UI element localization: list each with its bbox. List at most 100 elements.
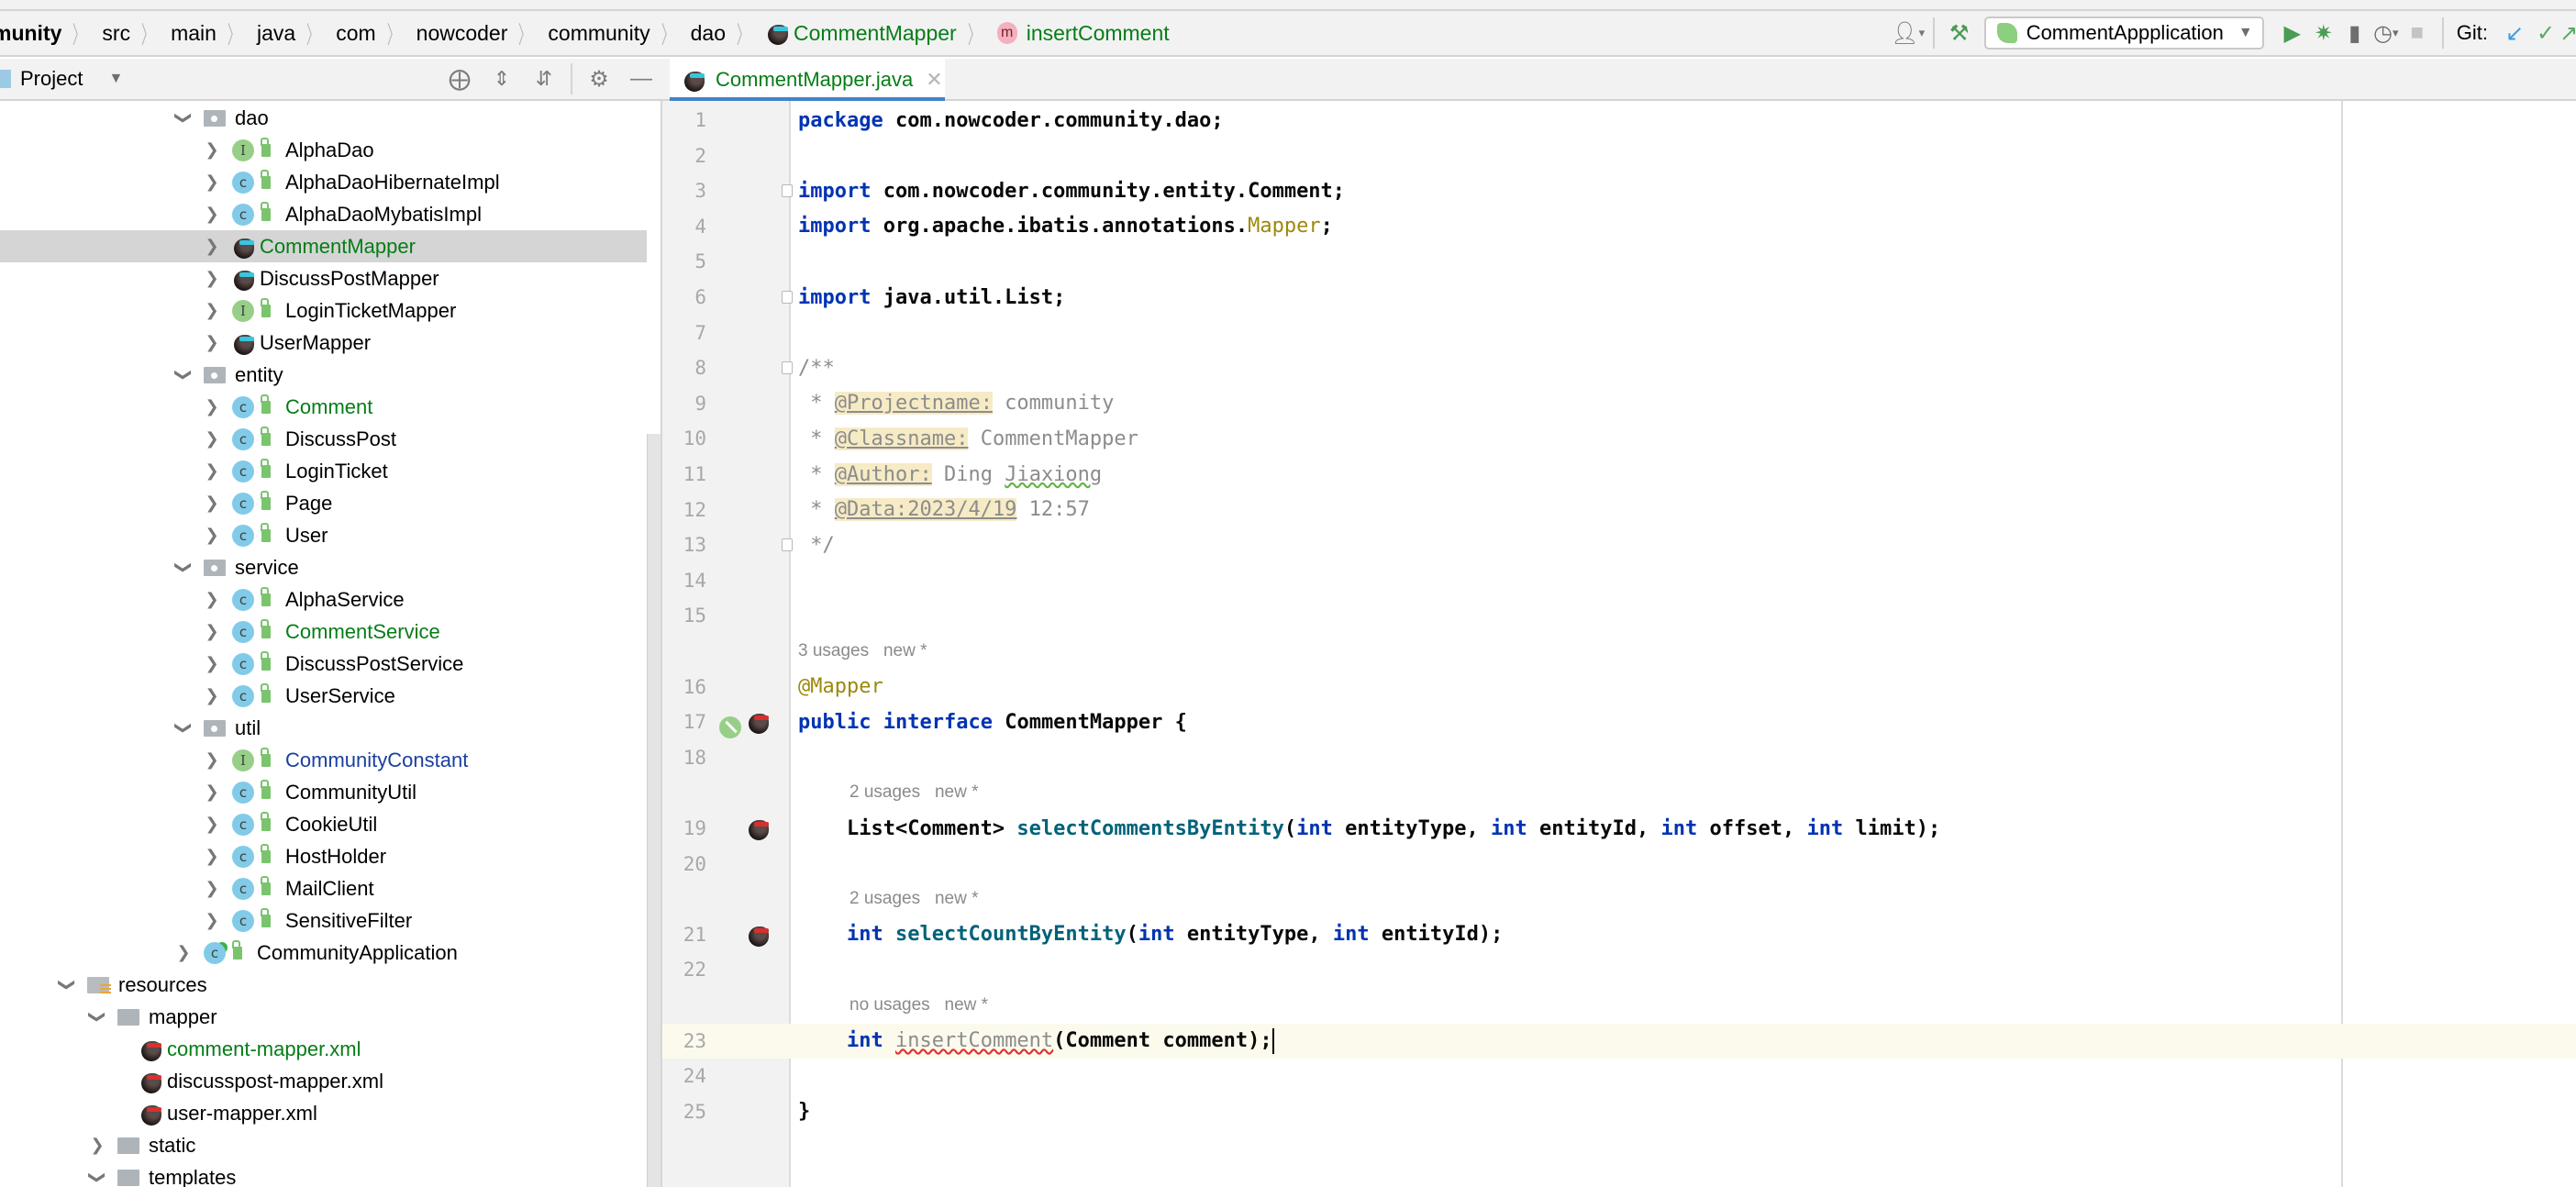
tree-item-discusspostservice[interactable]: ❯ c DiscussPostService xyxy=(0,648,647,680)
tree-item-dao[interactable]: ❯ dao xyxy=(0,102,647,134)
code-line[interactable]: 6 import java.util.List; xyxy=(662,280,2576,315)
chevron-right-icon[interactable]: ❯ xyxy=(174,943,193,962)
tree-item-communityconstant[interactable]: ❯ I CommunityConstant xyxy=(0,744,647,776)
tree-item-user[interactable]: ❯ c User xyxy=(0,519,647,551)
tree-item-commentservice[interactable]: ❯ c CommentService xyxy=(0,616,647,648)
breadcrumb-item[interactable]: main xyxy=(171,21,217,46)
tree-item-alphadaomybatisimpl[interactable]: ❯ c AlphaDaoMybatisImpl xyxy=(0,198,647,230)
chevron-down-icon[interactable]: ❯ xyxy=(88,1169,107,1187)
code-line[interactable]: 5 xyxy=(662,244,2576,279)
tree-item-templates[interactable]: ❯ templates xyxy=(0,1161,647,1187)
run-configuration-selector[interactable]: CommentAppplication ▼ xyxy=(1983,17,2264,50)
tree-item-service[interactable]: ❯ service xyxy=(0,551,647,583)
tree-item-userservice[interactable]: ❯ c UserService xyxy=(0,680,647,712)
chevron-right-icon[interactable]: ❯ xyxy=(203,750,221,770)
tree-item-mailclient[interactable]: ❯ c MailClient xyxy=(0,872,647,904)
code-line[interactable]: 3 import com.nowcoder.community.entity.Co… xyxy=(662,173,2576,208)
code-vision-hint[interactable]: 2 usages new * xyxy=(849,889,978,909)
chevron-right-icon[interactable]: ❯ xyxy=(203,140,221,160)
fold-marker-icon[interactable] xyxy=(782,291,793,304)
tree-item-communityapplication[interactable]: ❯ c CommunityApplication xyxy=(0,937,647,969)
git-push-icon[interactable]: ↗ xyxy=(2561,17,2576,49)
expand-all-icon[interactable]: ⇕ xyxy=(486,63,517,94)
chevron-down-icon[interactable]: ❯ xyxy=(58,976,77,994)
code-line[interactable]: 21 int selectCountByEntity(int entityTyp… xyxy=(662,917,2576,952)
chevron-right-icon[interactable]: ❯ xyxy=(203,333,221,352)
code-line[interactable]: 8 /** xyxy=(662,350,2576,385)
run-icon[interactable]: ▶ xyxy=(2277,17,2308,49)
chevron-down-icon[interactable]: ❯ xyxy=(174,559,194,577)
chevron-down-icon[interactable]: ❯ xyxy=(174,109,194,128)
breadcrumb-item[interactable]: src xyxy=(102,21,130,46)
locate-file-icon[interactable]: ⨁ xyxy=(444,63,475,94)
tree-item-discusspost-mapper-xml[interactable]: discusspost-mapper.xml xyxy=(0,1065,647,1097)
chevron-right-icon[interactable]: ❯ xyxy=(203,237,221,256)
tree-item-communityutil[interactable]: ❯ c CommunityUtil xyxy=(0,776,647,808)
stop-icon[interactable]: ■ xyxy=(2402,17,2433,49)
fold-marker-icon[interactable] xyxy=(782,538,793,552)
hide-panel-icon[interactable]: — xyxy=(626,63,657,94)
tree-item-alphadaohibernateimpl[interactable]: ❯ c AlphaDaoHibernateImpl xyxy=(0,166,647,198)
git-update-icon[interactable]: ↙ xyxy=(2499,17,2530,49)
code-line[interactable]: 9 * @Projectname: community xyxy=(662,386,2576,421)
chevron-right-icon[interactable]: ❯ xyxy=(203,269,221,288)
code-line[interactable]: 25} xyxy=(662,1094,2576,1129)
chevron-right-icon[interactable]: ❯ xyxy=(203,205,221,224)
chevron-right-icon[interactable]: ❯ xyxy=(203,911,221,930)
profiler-icon[interactable]: ◷ ▾ xyxy=(2371,17,2402,49)
breadcrumb-item[interactable]: dao xyxy=(691,21,726,46)
code-line[interactable]: 4 import org.apache.ibatis.annotations.Ma… xyxy=(662,209,2576,244)
code-line[interactable]: 2 xyxy=(662,139,2576,173)
tab-comment-mapper-java[interactable]: CommentMapper.java ✕ xyxy=(670,59,945,103)
chevron-right-icon[interactable]: ❯ xyxy=(203,494,221,513)
tree-item-hostholder[interactable]: ❯ c HostHolder xyxy=(0,840,647,872)
code-line[interactable]: 19 List<Comment> selectCommentsByEntity(… xyxy=(662,811,2576,846)
code-vision-hint[interactable]: no usages new * xyxy=(849,995,988,1015)
tree-item-comment-mapper-xml[interactable]: comment-mapper.xml xyxy=(0,1033,647,1065)
breadcrumb-item[interactable]: CommentMapper xyxy=(766,21,957,46)
mybatis-navigate-icon[interactable] xyxy=(747,816,771,840)
code-line[interactable]: 1 package com.nowcoder.community.dao; xyxy=(662,103,2576,138)
chevron-right-icon[interactable]: ❯ xyxy=(203,397,221,416)
tree-item-alphadao[interactable]: ❯ I AlphaDao xyxy=(0,134,647,166)
tree-item-discusspostmapper[interactable]: ❯ DiscussPostMapper xyxy=(0,262,647,294)
breadcrumb-item[interactable]: community xyxy=(548,21,650,46)
code-line[interactable]: 18 xyxy=(662,740,2576,775)
chevron-right-icon[interactable]: ❯ xyxy=(203,622,221,641)
implemented-icon[interactable] xyxy=(719,716,741,739)
breadcrumb-item[interactable]: com xyxy=(336,21,375,46)
code-line[interactable]: 7 xyxy=(662,316,2576,350)
debug-icon[interactable]: ✷ xyxy=(2308,17,2339,49)
code-line[interactable]: 17 public interface CommentMapper { xyxy=(662,704,2576,739)
chevron-down-icon[interactable]: ❯ xyxy=(174,719,194,738)
code-editor[interactable]: 1 package com.nowcoder.community.dao; 2 3 im… xyxy=(662,101,2576,1187)
tree-item-user-mapper-xml[interactable]: user-mapper.xml xyxy=(0,1097,647,1129)
chevron-down-icon[interactable]: ❯ xyxy=(88,1008,107,1026)
tree-item-discusspost[interactable]: ❯ c DiscussPost xyxy=(0,423,647,455)
run-with-coverage-icon[interactable]: ▮ xyxy=(2339,17,2371,49)
code-line[interactable]: 12 * @Data:2023/4/19 12:57 xyxy=(662,493,2576,527)
breadcrumb-item[interactable]: m insertComment xyxy=(996,21,1170,46)
chevron-right-icon[interactable]: ❯ xyxy=(203,654,221,673)
tree-item-alphaservice[interactable]: ❯ c AlphaService xyxy=(0,583,647,616)
code-line[interactable]: 11 * @Author: Ding Jiaxiong xyxy=(662,457,2576,492)
fold-marker-icon[interactable] xyxy=(782,184,793,198)
chevron-right-icon[interactable]: ❯ xyxy=(203,879,221,898)
chevron-right-icon[interactable]: ❯ xyxy=(203,526,221,545)
code-line[interactable]: 22 xyxy=(662,952,2576,987)
code-line[interactable]: 16 @Mapper xyxy=(662,670,2576,704)
tree-item-comment[interactable]: ❯ c Comment xyxy=(0,391,647,423)
tree-item-static[interactable]: ❯ static xyxy=(0,1129,647,1161)
tree-item-cookieutil[interactable]: ❯ c CookieUtil xyxy=(0,808,647,840)
code-line[interactable]: 10 * @Classname: CommentMapper xyxy=(662,421,2576,456)
tree-item-sensitivefilter[interactable]: ❯ c SensitiveFilter xyxy=(0,904,647,937)
tree-item-mapper[interactable]: ❯ mapper xyxy=(0,1001,647,1033)
chevron-right-icon[interactable]: ❯ xyxy=(203,172,221,192)
tree-item-page[interactable]: ❯ c Page xyxy=(0,487,647,519)
collapse-all-icon[interactable]: ⇵ xyxy=(528,63,560,94)
project-view-selector[interactable]: Project ▼ xyxy=(0,67,123,91)
git-commit-icon[interactable]: ✓ xyxy=(2530,17,2561,49)
code-line[interactable]: 13 */ xyxy=(662,527,2576,562)
tree-item-entity[interactable]: ❯ entity xyxy=(0,359,647,391)
code-vision-hint[interactable]: 3 usages new * xyxy=(798,641,927,661)
